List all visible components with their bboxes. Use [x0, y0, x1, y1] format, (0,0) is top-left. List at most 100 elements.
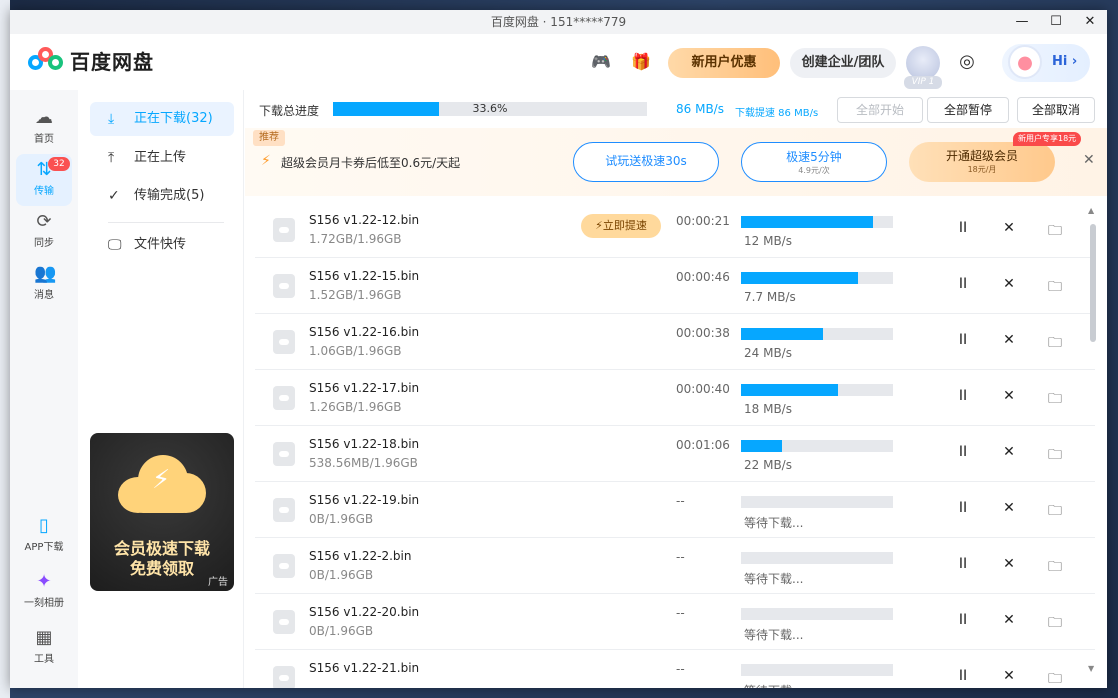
maximize-button[interactable]: ☐	[1049, 10, 1063, 34]
file-progress-bar	[741, 496, 893, 508]
file-progress-fill	[741, 328, 824, 340]
folder-icon[interactable]: 🗀	[1046, 612, 1064, 636]
promo-text: 超级会员月卡券后低至0.6元/天起	[281, 156, 461, 170]
avatar[interactable]	[906, 46, 940, 80]
scroll-down-icon[interactable]: ▼	[1088, 664, 1094, 673]
folder-icon[interactable]: 🗀	[1046, 276, 1064, 300]
assistant-button[interactable]: Hi ›	[1002, 44, 1090, 82]
folder-icon[interactable]: 🗀	[1046, 220, 1064, 244]
download-row[interactable]: S156 v1.22-17.bin 1.26GB/1.96GB 00:00:40 18…	[255, 370, 1095, 426]
gift-icon[interactable]: 🎁	[630, 51, 652, 73]
rail-item-label: 传输	[34, 186, 54, 197]
file-icon	[273, 442, 295, 466]
scrollbar-thumb[interactable]	[1090, 224, 1096, 342]
side-item-label: 正在上传	[134, 150, 187, 165]
rail-item-app-download[interactable]: ▯ APP下载	[16, 510, 72, 562]
cancel-icon[interactable]: ✕	[1000, 556, 1018, 572]
rail-item-sync[interactable]: ⟳ 同步	[16, 206, 72, 258]
pause-icon[interactable]: II	[954, 388, 972, 404]
download-row[interactable]: S156 v1.22-20.bin 0B/1.96GB -- 等待下载... II ✕ 🗀	[255, 594, 1095, 650]
file-name: S156 v1.22-19.bin	[309, 493, 420, 507]
pause-icon[interactable]: II	[954, 444, 972, 460]
cancel-icon[interactable]: ✕	[1000, 500, 1018, 516]
cancel-all-button[interactable]: 全部取消	[1017, 97, 1095, 123]
side-item-uploading[interactable]: ⤒ 正在上传	[90, 141, 234, 175]
boost-now-button[interactable]: ⚡立即提速	[581, 214, 661, 238]
download-row[interactable]: S156 v1.22-19.bin 0B/1.96GB -- 等待下载... II ✕ 🗀	[255, 482, 1095, 538]
cancel-icon[interactable]: ✕	[1000, 220, 1018, 236]
phone-icon: ▯	[39, 515, 49, 536]
game-icon[interactable]: 🎮	[590, 51, 612, 73]
folder-icon[interactable]: 🗀	[1046, 444, 1064, 468]
file-icon	[273, 554, 295, 578]
cancel-icon[interactable]: ✕	[1000, 444, 1018, 460]
folder-icon[interactable]: 🗀	[1046, 668, 1064, 688]
settings-icon[interactable]: ◎	[956, 51, 978, 73]
total-progress-section: 下载总进度 33.6% 86 MB/s 下载提速 86 MB/s 全部开始 全部…	[245, 90, 1107, 128]
ad-tag: 广告	[208, 577, 228, 588]
time-remaining: 00:00:38	[676, 326, 730, 340]
pause-icon[interactable]: II	[954, 612, 972, 628]
boost-speed-text: 下载提速 86 MB/s	[735, 108, 819, 119]
time-remaining: 00:00:46	[676, 270, 730, 284]
minimize-button[interactable]: —	[1015, 10, 1029, 34]
folder-icon[interactable]: 🗀	[1046, 500, 1064, 524]
cancel-icon[interactable]: ✕	[1000, 668, 1018, 684]
download-row[interactable]: S156 v1.22-15.bin 1.52GB/1.96GB 00:00:46 7.…	[255, 258, 1095, 314]
album-icon: ✦	[36, 571, 52, 592]
cancel-icon[interactable]: ✕	[1000, 332, 1018, 348]
file-name: S156 v1.22-20.bin	[309, 605, 420, 619]
promo-ad-banner[interactable]: ⚡ 会员极速下载 免费领取 广告	[90, 433, 234, 591]
pause-icon[interactable]: II	[954, 668, 972, 684]
new-user-offer-button[interactable]: 新用户优惠	[668, 48, 780, 78]
vip-level-badge: VIP 1	[904, 76, 942, 89]
download-row[interactable]: S156 v1.22-12.bin 1.72GB/1.96GB ⚡立即提速 00:00…	[255, 202, 1095, 258]
cancel-icon[interactable]: ✕	[1000, 276, 1018, 292]
side-item-completed[interactable]: ✓ 传输完成(5)	[90, 179, 234, 213]
pause-all-button[interactable]: 全部暂停	[927, 97, 1009, 123]
sync-icon: ⟳	[36, 211, 52, 232]
scroll-up-icon[interactable]: ▲	[1088, 206, 1094, 215]
side-item-quick-transfer[interactable]: 🖵 文件快传	[90, 228, 234, 262]
folder-icon[interactable]: 🗀	[1046, 332, 1064, 356]
rail-item-tools[interactable]: ▦ 工具	[16, 622, 72, 674]
rail-item-transfer[interactable]: ⇅ 传输 32	[16, 154, 72, 206]
file-progress-bar	[741, 552, 893, 564]
list-scrollbar[interactable]: ▲ ▼	[1088, 206, 1096, 676]
pause-icon[interactable]: II	[954, 500, 972, 516]
start-all-button[interactable]: 全部开始	[837, 97, 923, 123]
side-item-label: 文件快传	[134, 237, 187, 252]
file-icon	[273, 498, 295, 522]
download-row[interactable]: S156 v1.22-18.bin 538.56MB/1.96GB 00:01:06…	[255, 426, 1095, 482]
pause-icon[interactable]: II	[954, 220, 972, 236]
download-row[interactable]: S156 v1.22-16.bin 1.06GB/1.96GB 00:00:38 24…	[255, 314, 1095, 370]
download-list: S156 v1.22-12.bin 1.72GB/1.96GB ⚡立即提速 00:00…	[255, 202, 1095, 688]
side-item-downloading[interactable]: ⤓ 正在下载(32)	[90, 102, 234, 136]
folder-icon[interactable]: 🗀	[1046, 556, 1064, 580]
create-team-button[interactable]: 创建企业/团队	[790, 48, 896, 78]
file-name: S156 v1.22-15.bin	[309, 269, 420, 283]
app-name: 百度网盘	[70, 50, 154, 74]
file-progress-bar	[741, 664, 893, 676]
rail-item-message[interactable]: 👥 消息	[16, 258, 72, 310]
vip-promo-banner: 推荐 ⚡ 超级会员月卡券后低至0.6元/天起 试玩送极速30s 极速5分钟 4.…	[245, 128, 1107, 196]
file-size: 1.06GB/1.96GB	[309, 344, 402, 358]
folder-icon[interactable]: 🗀	[1046, 388, 1064, 412]
rail-item-album[interactable]: ✦ 一刻相册	[16, 566, 72, 618]
cancel-icon[interactable]: ✕	[1000, 612, 1018, 628]
close-button[interactable]: ✕	[1083, 10, 1097, 34]
close-promo-icon[interactable]: ✕	[1083, 152, 1095, 168]
open-svip-button[interactable]: 开通超级会员 18元/月	[909, 142, 1055, 182]
trial-speed-button[interactable]: 试玩送极速30s	[573, 142, 719, 182]
speed-5min-price: 4.9元/次	[798, 166, 830, 175]
rail-item-home[interactable]: ☁ 首页	[16, 102, 72, 154]
file-size: 1.52GB/1.96GB	[309, 288, 402, 302]
pause-icon[interactable]: II	[954, 556, 972, 572]
download-row[interactable]: S156 v1.22-2.bin 0B/1.96GB -- 等待下载... II ✕ 🗀	[255, 538, 1095, 594]
download-row[interactable]: S156 v1.22-21.bin -- 等待下载... II ✕ 🗀	[255, 650, 1095, 688]
speed-5min-button[interactable]: 极速5分钟 4.9元/次	[741, 142, 887, 182]
pause-icon[interactable]: II	[954, 332, 972, 348]
pause-icon[interactable]: II	[954, 276, 972, 292]
cancel-icon[interactable]: ✕	[1000, 388, 1018, 404]
app-logo[interactable]: 百度网盘	[28, 46, 154, 75]
